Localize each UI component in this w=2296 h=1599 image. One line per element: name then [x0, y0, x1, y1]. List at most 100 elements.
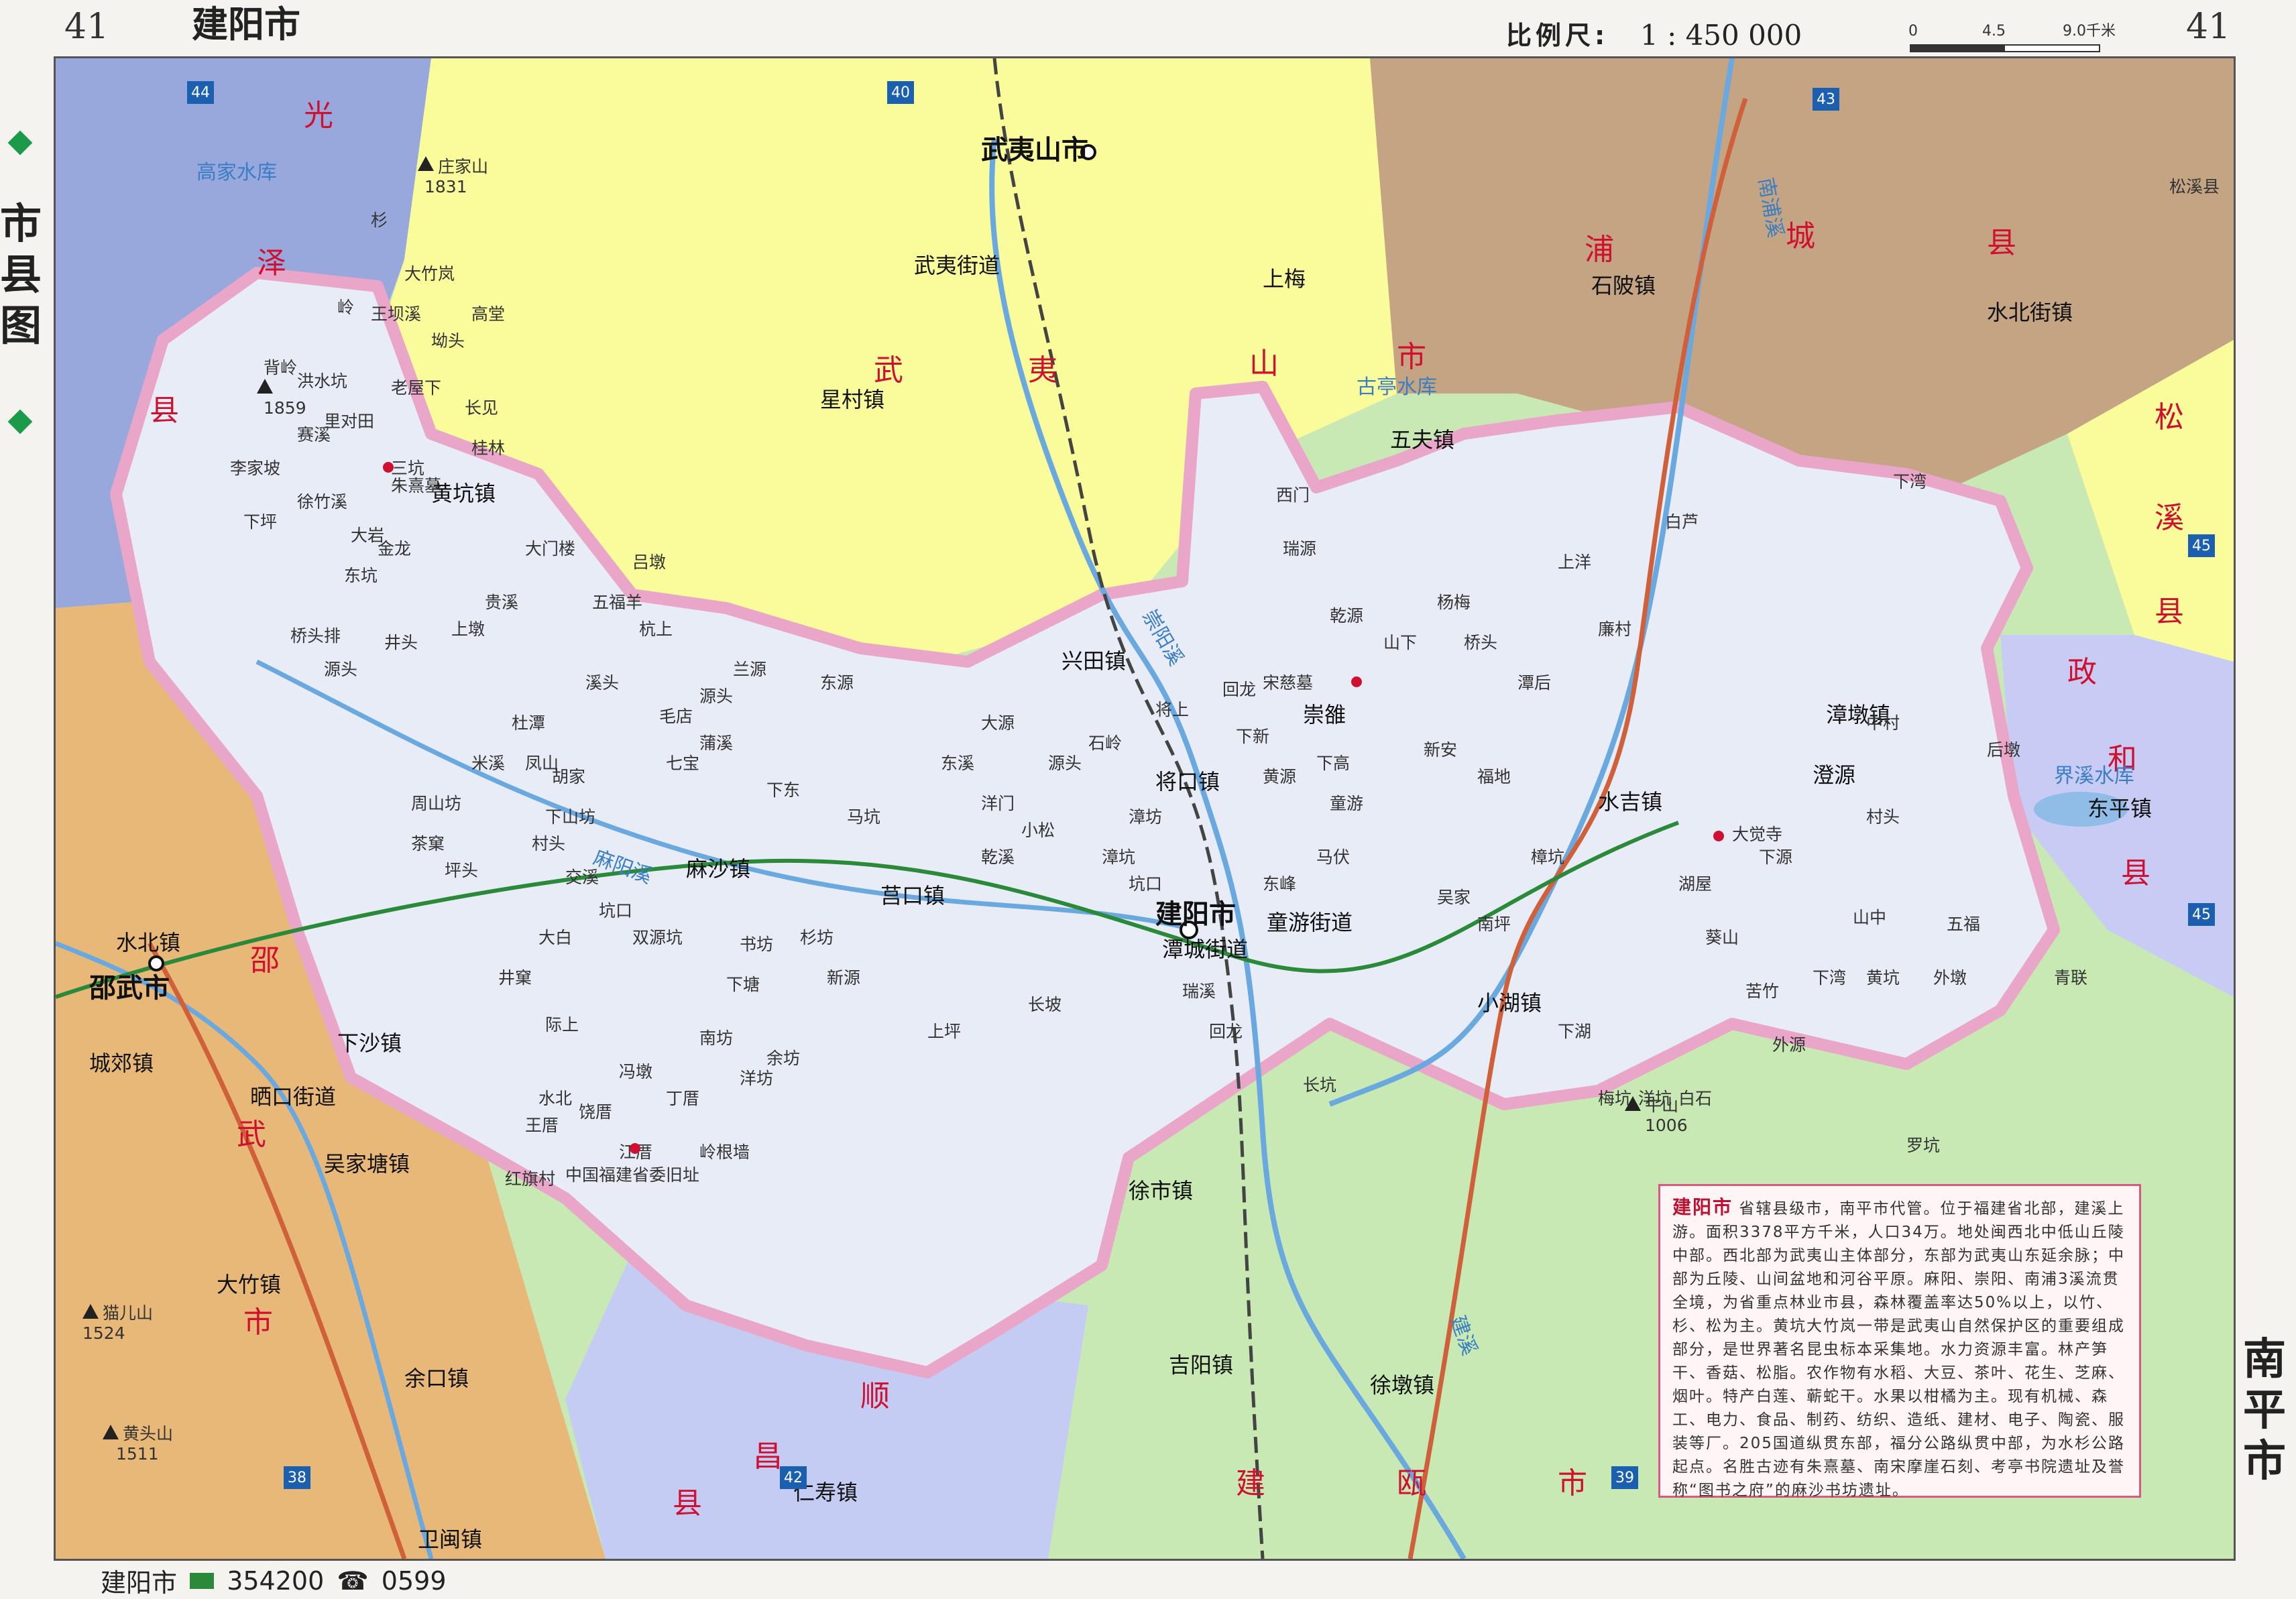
place-label: 源头: [324, 660, 357, 679]
place-label: 将上: [1155, 700, 1189, 719]
mail-icon: [190, 1572, 215, 1589]
city-label-wuyishan[interactable]: 武夷山市: [981, 135, 1088, 166]
landmark-icon: [1351, 676, 1362, 687]
town-label[interactable]: 卫闽镇: [418, 1527, 482, 1552]
place-label: 上洋: [1558, 552, 1591, 572]
place-label: 红旗村: [505, 1169, 555, 1189]
place-label: 外源: [1772, 1035, 1806, 1055]
peak-label: 猫儿山: [103, 1303, 153, 1323]
region-label-shunchang: 县: [673, 1486, 702, 1521]
page-number-left: 41: [64, 7, 109, 47]
place-label: 源头: [699, 687, 733, 706]
region-label-pucheng: 城: [1786, 219, 1815, 253]
place-label: 中村: [1866, 713, 1900, 733]
place-label: 书坊: [740, 935, 773, 954]
landmark-icon: [630, 1143, 640, 1154]
town-label[interactable]: 吉阳镇: [1169, 1352, 1233, 1378]
town-label[interactable]: 麻沙镇: [686, 856, 750, 882]
town-label[interactable]: 余口镇: [404, 1366, 469, 1391]
footer-postcode: 354200: [227, 1565, 325, 1596]
region-label-songxi: 溪: [2155, 501, 2184, 535]
town-label[interactable]: 兴田镇: [1061, 648, 1126, 674]
place-label: 下湾: [1893, 472, 1927, 491]
page-title: 建阳市: [192, 3, 300, 46]
place-label: 杉坊: [800, 928, 834, 947]
city-label-tongyou[interactable]: 童游街道: [1267, 910, 1353, 935]
place-label: 新源: [827, 968, 860, 988]
highway-number: 43: [1817, 91, 1835, 108]
highway-number: 40: [891, 84, 910, 101]
place-label: 下湖: [1558, 1022, 1591, 1041]
town-label[interactable]: 石陂镇: [1591, 273, 1656, 298]
region-label-guangze: 县: [150, 394, 179, 428]
town-label[interactable]: 澄源: [1813, 762, 1855, 788]
region-label-songxi: 松: [2155, 400, 2184, 434]
town-label[interactable]: 水北街镇: [1987, 300, 2073, 325]
city-marker[interactable]: [148, 955, 164, 971]
city-label-jianyang[interactable]: 建阳市: [1155, 899, 1236, 930]
place-label: 下湾: [1813, 968, 1846, 988]
town-label[interactable]: 城郊镇: [89, 1051, 154, 1076]
town-label[interactable]: 水北镇: [116, 930, 180, 955]
region-label-shaowu: 市: [243, 1305, 273, 1340]
place-label: 杜潭: [512, 713, 545, 733]
place-label: 井窠: [498, 968, 532, 988]
place-label: 村头: [532, 834, 565, 853]
place-label: 饶厝: [579, 1102, 612, 1122]
town-label[interactable]: 晒口街道: [250, 1084, 336, 1110]
region-label-songxi-small: 松溪县: [2169, 177, 2220, 196]
place-label: 金龙: [378, 539, 411, 558]
town-label[interactable]: 下沙镇: [337, 1030, 402, 1056]
place-label: 老屋下: [391, 378, 441, 398]
place-label: 廉村: [1598, 619, 1631, 639]
town-label[interactable]: 莒口镇: [880, 883, 945, 908]
place-label: 外墩: [1933, 968, 1967, 988]
town-label[interactable]: 上梅: [1263, 266, 1306, 292]
footer-name: 建阳市: [101, 1568, 178, 1598]
place-label: 岭根墙: [699, 1142, 750, 1162]
side-title-char: 市: [0, 199, 42, 248]
place-label: 小松: [1021, 821, 1055, 840]
place-label: 吴家: [1437, 888, 1471, 907]
peak-altitude: 1006: [1645, 1116, 1688, 1135]
town-label[interactable]: 徐市镇: [1129, 1178, 1193, 1203]
side-title: 市 县 图: [0, 198, 42, 351]
place-label: 长见: [465, 398, 498, 418]
place-label: 山下: [1383, 633, 1417, 652]
place-label: 溪头: [585, 673, 619, 693]
place-label: 冯墩: [619, 1062, 652, 1081]
town-label[interactable]: 大竹镇: [217, 1272, 281, 1297]
place-label: 长坡: [1028, 995, 1061, 1014]
place-label: 际上: [545, 1015, 579, 1034]
peak-altitude: 1524: [82, 1323, 125, 1343]
description-title: 建阳市: [1672, 1196, 1733, 1218]
town-label[interactable]: 将口镇: [1155, 769, 1220, 794]
city-label-tancheng[interactable]: 潭城街道: [1162, 937, 1248, 962]
scale-label: 比例尺:: [1506, 21, 1609, 50]
place-label: 漳坑: [1102, 847, 1135, 867]
side-title-char: 县: [0, 250, 42, 299]
town-label[interactable]: 星村镇: [820, 387, 884, 412]
town-label[interactable]: 水吉镇: [1598, 789, 1662, 815]
town-label[interactable]: 武夷街道: [914, 253, 1000, 278]
highway-number: 45: [2192, 906, 2211, 923]
place-label: 大源: [981, 713, 1015, 733]
town-label[interactable]: 吴家塘镇: [324, 1151, 410, 1177]
town-label[interactable]: 五夫镇: [1390, 427, 1454, 453]
place-label: 樟坑: [1531, 847, 1564, 867]
place-label: 交溪: [565, 868, 599, 887]
place-label: 山中: [1853, 908, 1886, 927]
town-label[interactable]: 徐墩镇: [1370, 1372, 1434, 1398]
place-label: 五福: [1947, 914, 1980, 934]
town-label[interactable]: 东平镇: [2087, 796, 2152, 821]
place-label: 上墩: [451, 619, 485, 639]
page-footer: 建阳市 354200 ☎ 0599: [101, 1562, 456, 1598]
town-label[interactable]: 崇雒: [1303, 702, 1346, 727]
city-label-shaowu[interactable]: 邵武市: [89, 973, 170, 1004]
region-label-pucheng: 县: [1987, 226, 2016, 260]
town-label[interactable]: 小湖镇: [1477, 990, 1542, 1016]
place-label: 米溪: [471, 754, 505, 773]
place-label: 下新: [1236, 727, 1269, 746]
highway-number: 45: [2192, 538, 2211, 554]
place-label: 坳头: [431, 331, 465, 351]
